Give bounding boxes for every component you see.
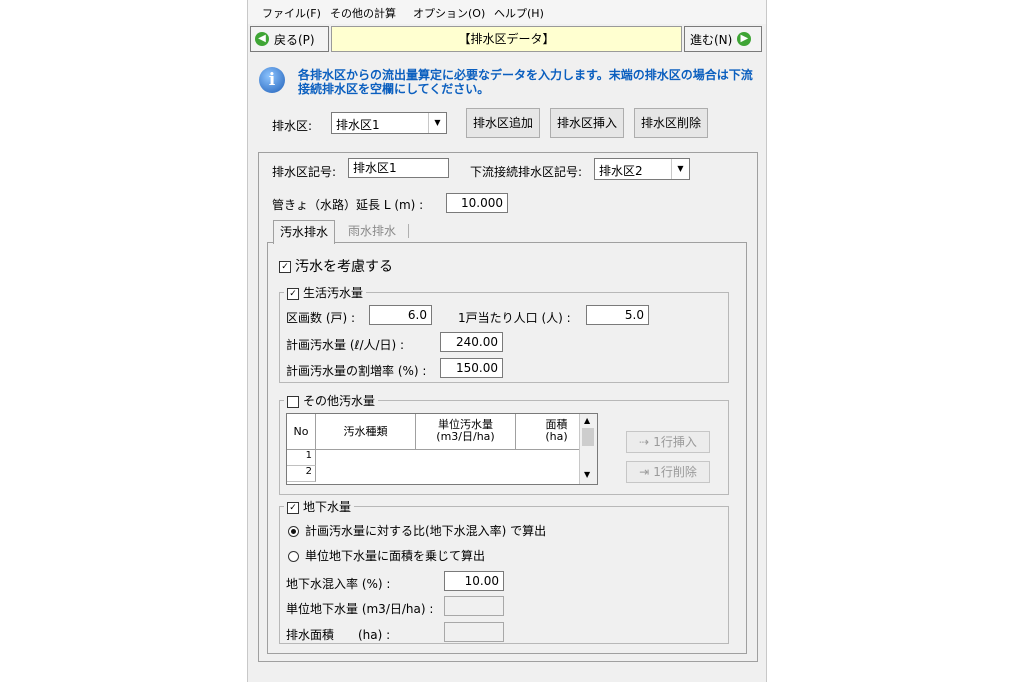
menu-options[interactable]: オプション(O) [413,5,485,21]
district-label: 排水区: [272,119,313,133]
table-scrollbar[interactable]: ▲ ▼ [579,414,597,484]
arrow-right-icon: ▶ [737,32,752,46]
other-sewage-title: その他汚水量 [303,394,376,408]
living-sewage-checkbox[interactable]: ✓ 生活汚水量 [284,284,367,301]
table-row-number[interactable]: 1 [287,450,316,466]
groundwater-rate-input[interactable]: 10.00 [444,571,504,591]
delete-row-icon: ⇥ [639,465,650,479]
drain-area-label: 排水面積 (ha) : [286,628,391,642]
drain-area-input[interactable] [444,622,504,642]
consider-sewage-checkbox[interactable]: ✓ 汚水を考慮する [279,256,393,276]
unit-groundwater-input[interactable] [444,596,504,616]
groundwater-option-rate-label: 計画汚水量に対する比(地下水混入率) で算出 [305,524,547,538]
downstream-code-label: 下流接続排水区記号: [470,165,583,179]
checkbox-checked-icon: ✓ [287,287,299,300]
per-house-label: 1戸当たり人口 (人) : [458,311,571,325]
scroll-thumb[interactable] [582,428,594,446]
parcels-input[interactable]: 6.0 [369,305,432,325]
groundwater-option-unit[interactable]: 単位地下水量に面積を乗じて算出 [288,547,485,564]
add-district-button[interactable]: 排水区追加 [466,108,540,138]
checkbox-unchecked-icon [287,395,299,408]
delete-row-button[interactable]: ⇥ 1行削除 [626,461,710,483]
insert-district-button[interactable]: 排水区挿入 [550,108,624,138]
district-code-label: 排水区記号: [272,165,337,179]
insert-row-label: 1行挿入 [653,435,697,449]
page-title: 【排水区データ】 [331,26,682,52]
unit-groundwater-label: 単位地下水量 (m3/日/ha) : [286,602,434,616]
menu-file[interactable]: ファイル(F) [262,5,321,21]
radio-selected-icon [288,526,299,537]
groundwater-rate-label: 地下水混入率 (%) : [286,577,391,591]
dropdown-arrow-icon[interactable]: ▼ [428,113,446,133]
increase-rate-input[interactable]: 150.00 [440,358,503,378]
groundwater-option-rate[interactable]: 計画汚水量に対する比(地下水混入率) で算出 [288,522,546,539]
back-label: 戻る(P) [274,32,315,47]
plan-sewage-label: 計画汚水量 (ℓ/人/日) : [286,338,405,352]
groundwater-title: 地下水量 [303,500,352,514]
insert-row-icon: ⇢ [639,435,650,449]
chevron-down-icon[interactable]: ▼ [584,470,590,479]
pipe-length-label: 管きょ（水路）延長 L (m) : [272,198,424,212]
delete-district-button[interactable]: 排水区削除 [634,108,708,138]
other-sewage-checkbox[interactable]: その他汚水量 [284,392,379,409]
downstream-select-value: 排水区2 [599,164,643,178]
col-header-type: 汚水種類 [316,414,416,450]
pipe-length-input[interactable]: 10.000 [446,193,508,213]
tab-sewage[interactable]: 汚水排水 [273,220,336,244]
checkbox-checked-icon: ✓ [279,261,291,273]
info-icon: i [259,67,285,93]
col-header-no: No [287,414,316,450]
arrow-left-icon: ◀ [255,32,269,46]
groundwater-checkbox[interactable]: ✓ 地下水量 [284,498,355,515]
district-code-input[interactable]: 排水区1 [348,158,449,178]
app-window: ファイル(F) その他の計算 オプション(O) ヘルプ(H) ◀ 戻る(P) 【… [247,0,767,682]
next-label: 進む(N) [690,32,733,47]
living-sewage-title: 生活汚水量 [303,286,364,300]
menu-help[interactable]: ヘルプ(H) [494,5,544,21]
downstream-select[interactable]: 排水区2 ▼ [594,158,690,180]
consider-sewage-label: 汚水を考慮する [295,259,393,275]
checkbox-checked-icon: ✓ [287,501,299,514]
back-button[interactable]: ◀ 戻る(P) [250,26,329,52]
tab-rain[interactable]: 雨水排水 [342,220,402,242]
plan-sewage-input[interactable]: 240.00 [440,332,503,352]
increase-rate-label: 計画汚水量の割増率 (%) : [286,364,427,378]
groundwater-option-unit-label: 単位地下水量に面積を乗じて算出 [305,549,486,563]
info-message: 各排水区からの流出量算定に必要なデータを入力します。末端の排水区の場合は下流接続… [298,68,753,96]
col-header-unit: 単位汚水量 (m3/日/ha) [416,414,516,450]
district-select-value: 排水区1 [336,118,380,132]
delete-row-label: 1行削除 [653,465,697,479]
insert-row-button[interactable]: ⇢ 1行挿入 [626,431,710,453]
table-row-number[interactable]: 2 [287,466,316,482]
district-select[interactable]: 排水区1 ▼ [331,112,447,134]
per-house-input[interactable]: 5.0 [586,305,649,325]
nav-bar: ◀ 戻る(P) 【排水区データ】 進む(N) ▶ [250,26,762,54]
other-sewage-table[interactable]: No 汚水種類 単位汚水量 (m3/日/ha) 面積 (ha) 1 2 ▲ ▼ [286,413,598,485]
chevron-up-icon[interactable]: ▲ [584,416,590,425]
menu-other-calc[interactable]: その他の計算 [330,5,396,21]
dropdown-arrow-icon[interactable]: ▼ [671,159,689,179]
tab-separator [408,224,409,238]
menu-bar: ファイル(F) その他の計算 オプション(O) ヘルプ(H) [248,0,766,24]
radio-unselected-icon [288,551,299,562]
next-button[interactable]: 進む(N) ▶ [684,26,762,52]
parcels-label: 区画数 (戸) : [286,311,356,325]
